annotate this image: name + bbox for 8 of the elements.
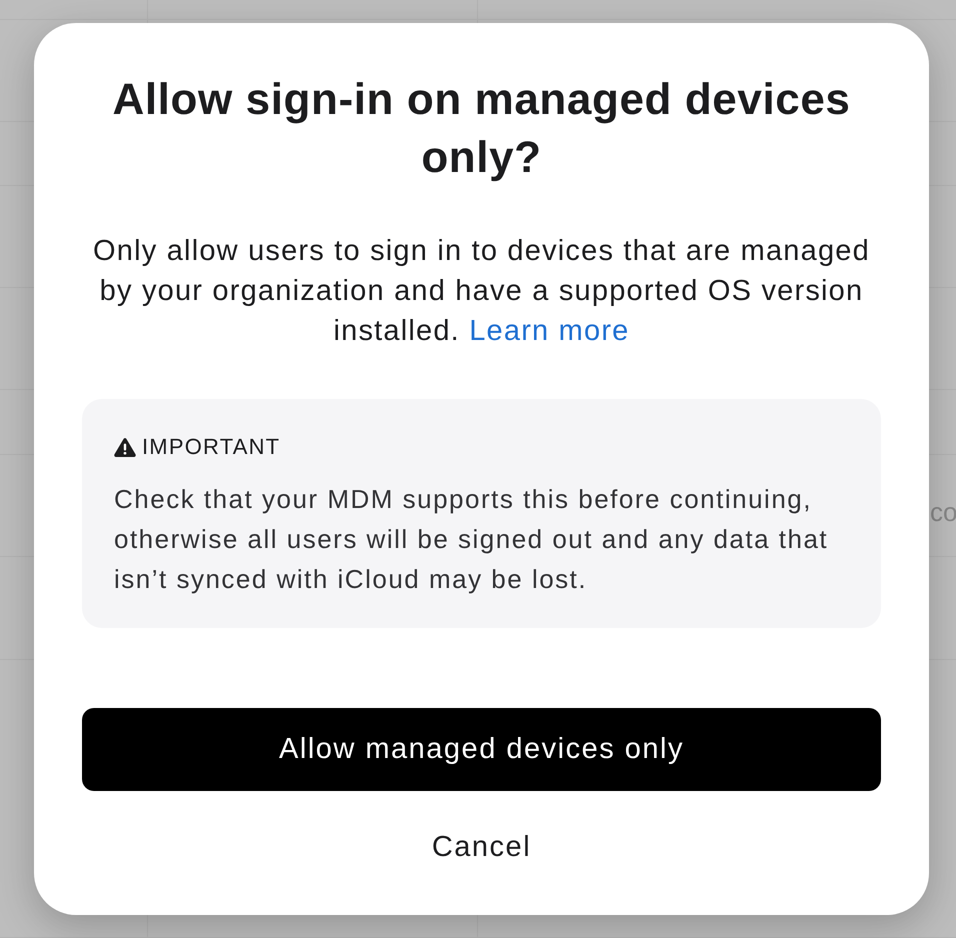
- notice-text: Check that your MDM supports this before continuing, otherwise all users will be signed out and any data that isn’t synced with iCloud may be lost.: [114, 483, 830, 596]
- cancel-button[interactable]: Cancel: [422, 827, 542, 868]
- dialog-title: Allow sign-in on managed devices only?: [111, 74, 852, 184]
- dialog-message: Only allow users to sign in to devices that are managed by your organization and have a supported OS version installed. Learn more: [92, 234, 871, 349]
- notice-heading: IMPORTANT: [142, 434, 280, 460]
- warning-icon: [114, 438, 136, 456]
- confirm-button[interactable]: Allow managed devices only: [82, 708, 881, 791]
- learn-more-link[interactable]: Learn more: [469, 315, 630, 347]
